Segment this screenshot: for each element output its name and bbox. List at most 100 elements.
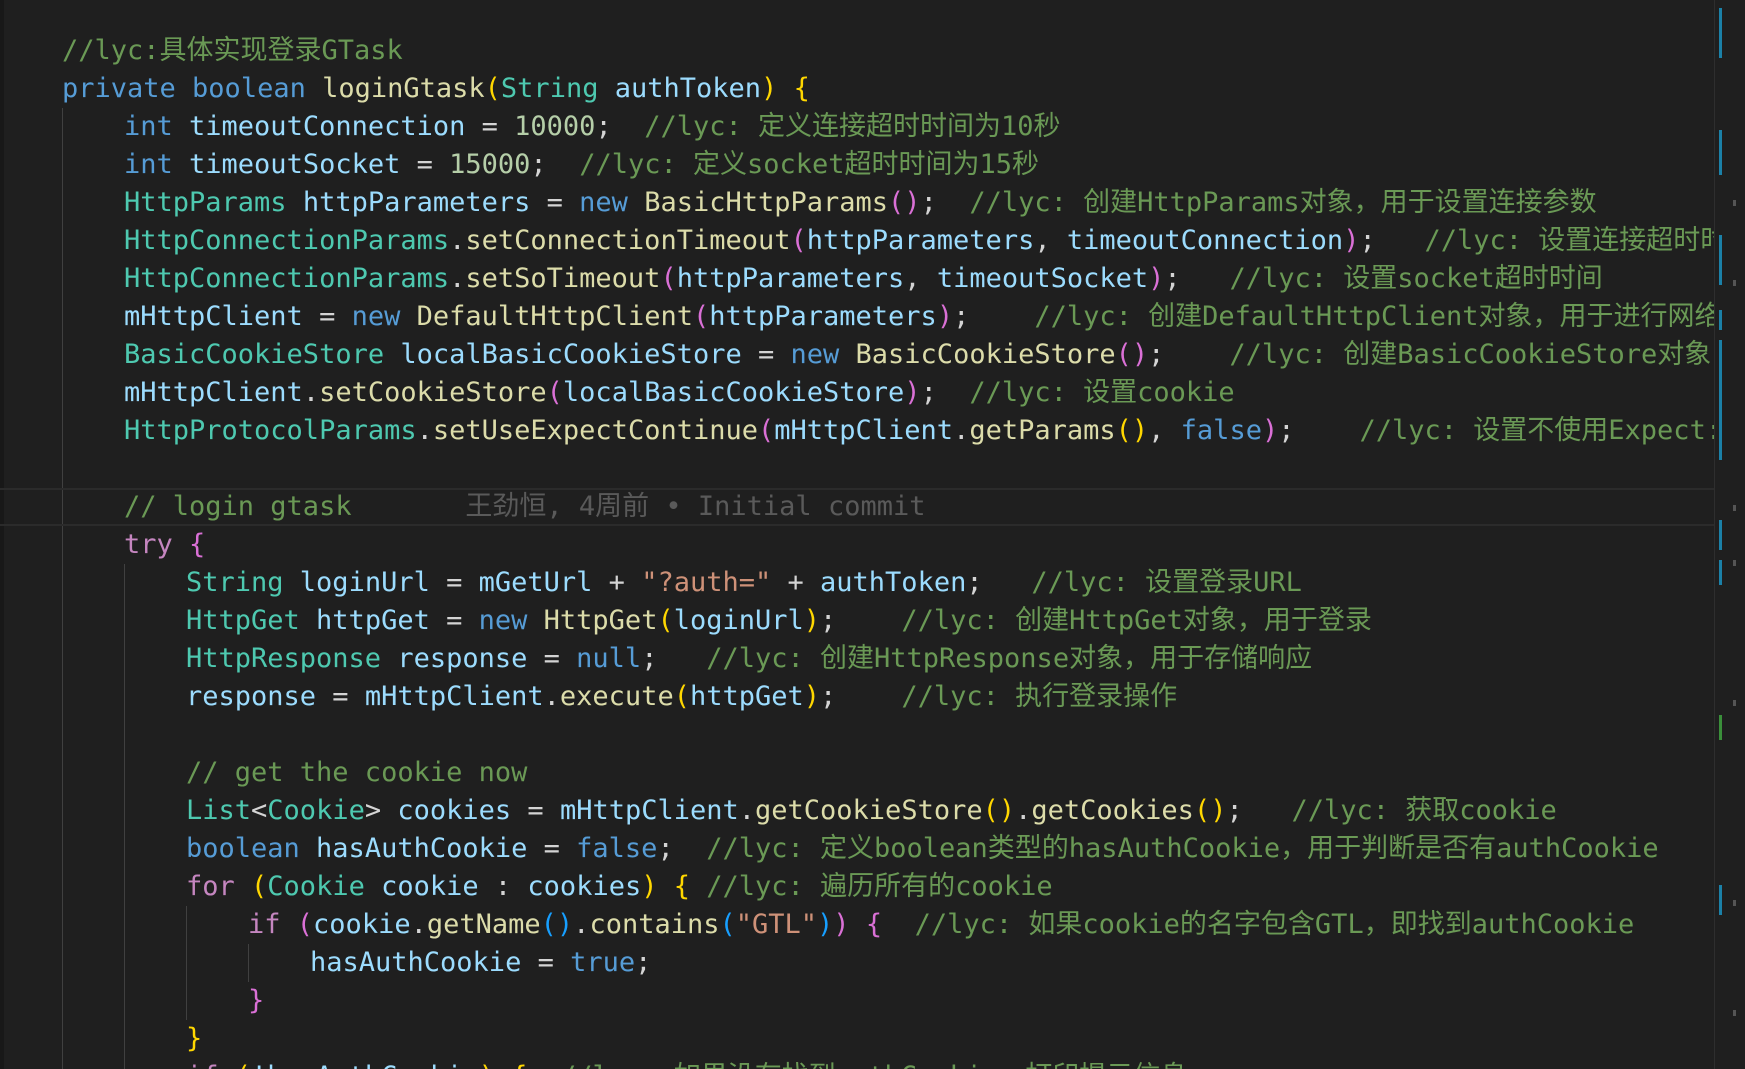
- code-line[interactable]: response = mHttpClient.execute(httpGet);…: [0, 678, 1715, 716]
- indent-guide: [62, 754, 63, 792]
- code-token: {: [673, 871, 691, 902]
- code-token: localBasicCookieStore: [400, 339, 742, 370]
- code-line[interactable]: try {: [0, 526, 1715, 564]
- code-token: mHttpClient: [124, 301, 303, 332]
- code-line[interactable]: HttpResponse response = null; //lyc: 创建H…: [0, 640, 1715, 678]
- code-line[interactable]: HttpParams httpParameters = new BasicHtt…: [0, 184, 1715, 222]
- code-token: =: [527, 643, 577, 674]
- code-line-text: hasAuthCookie = true;: [310, 944, 651, 982]
- code-line[interactable]: boolean hasAuthCookie = false; //lyc: 定义…: [0, 830, 1715, 868]
- code-line[interactable]: [0, 716, 1715, 754]
- code-token: =: [429, 567, 479, 598]
- code-token: (: [757, 415, 775, 446]
- code-line-text: mHttpClient.setCookieStore(localBasicCoo…: [124, 374, 1235, 412]
- scroll-marker: [1733, 900, 1736, 906]
- scroll-marker: [1719, 235, 1722, 285]
- code-token: loginUrl: [299, 567, 430, 598]
- code-line[interactable]: HttpProtocolParams.setUseExpectContinue(…: [0, 412, 1745, 450]
- scroll-marker: [1719, 520, 1722, 550]
- scroll-marker: [1719, 340, 1722, 460]
- code-token: loginGtask: [322, 73, 485, 104]
- code-token: =: [302, 301, 352, 332]
- indent-guide: [62, 490, 63, 524]
- code-line[interactable]: String loginUrl = mGetUrl + "?auth=" + a…: [0, 564, 1715, 602]
- code-line[interactable]: hasAuthCookie = true;: [0, 944, 1715, 982]
- code-token: =: [465, 111, 515, 142]
- indent-guide: [124, 792, 125, 830]
- code-token: HttpConnectionParams: [124, 263, 450, 294]
- scroll-marker: [1733, 505, 1736, 511]
- code-token: (): [1193, 795, 1227, 826]
- code-token: (): [888, 187, 921, 218]
- code-token: localBasicCookieStore: [562, 377, 905, 408]
- code-editor[interactable]: //lyc:具体实现登录GTask private boolean loginGt…: [0, 0, 1745, 1069]
- code-line[interactable]: }: [0, 982, 1715, 1020]
- code-token: .: [573, 909, 590, 940]
- code-token: cookies: [397, 795, 512, 826]
- code-token: ,: [904, 263, 937, 294]
- code-token: ;: [966, 567, 1032, 598]
- code-token: <: [251, 795, 268, 826]
- indent-guide: [62, 412, 63, 450]
- code-line[interactable]: if (!hasAuthCookie) { //lyc: 如果没有找到authC…: [0, 1058, 1715, 1069]
- indent-guide: [124, 1020, 125, 1058]
- scroll-marker: [1719, 8, 1722, 58]
- code-line[interactable]: int timeoutSocket = 15000; //lyc: 定义sock…: [0, 146, 1715, 184]
- code-token: HttpGet: [186, 605, 317, 636]
- code-token: ;: [953, 301, 1035, 332]
- indent-guide: [124, 906, 125, 944]
- code-line[interactable]: HttpConnectionParams.setSoTimeout(httpPa…: [0, 260, 1715, 298]
- indent-guide: [62, 450, 63, 488]
- code-line-text: private boolean loginGtask(String authTo…: [62, 70, 810, 108]
- code-token: httpGet: [689, 681, 804, 712]
- code-token: ;: [1226, 795, 1292, 826]
- code-line[interactable]: mHttpClient = new DefaultHttpClient(http…: [0, 298, 1745, 336]
- indent-guide: [124, 830, 125, 868]
- code-token: //lyc: 设置socket超时时间: [1229, 263, 1603, 294]
- code-line[interactable]: HttpGet httpGet = new HttpGet(loginUrl);…: [0, 602, 1715, 640]
- code-line[interactable]: HttpConnectionParams.setConnectionTimeou…: [0, 222, 1745, 260]
- code-token: //lyc: 如果cookie的名字包含GTL，即找到authCookie: [914, 909, 1635, 940]
- code-token: ;: [820, 605, 902, 636]
- code-token: setUseExpectContinue: [432, 415, 758, 446]
- code-line[interactable]: if (cookie.getName().contains("GTL")) { …: [0, 906, 1715, 944]
- code-token: timeoutSocket: [936, 263, 1149, 294]
- code-line[interactable]: // login gtask 王劲恒, 4周前 • Initial commit: [0, 488, 1715, 526]
- code-token: mHttpClient: [774, 415, 954, 446]
- code-line[interactable]: private boolean loginGtask(String authTo…: [0, 70, 1715, 108]
- code-token: =: [400, 149, 450, 180]
- code-line-text: //lyc:具体实现登录GTask: [62, 32, 403, 70]
- code-token: contains: [589, 909, 720, 940]
- code-token: =: [521, 947, 571, 978]
- overview-ruler-scrollbar[interactable]: [1714, 0, 1745, 1069]
- code-line[interactable]: for (Cookie cookie : cookies) { //lyc: 遍…: [0, 868, 1715, 906]
- code-token: (: [719, 909, 736, 940]
- code-line[interactable]: BasicCookieStore localBasicCookieStore =…: [0, 336, 1745, 374]
- code-line[interactable]: [0, 450, 1715, 488]
- code-line[interactable]: List<Cookie> cookies = mHttpClient.getCo…: [0, 792, 1715, 830]
- indent-guide: [62, 1058, 63, 1069]
- code-token: //lyc: 获取cookie: [1291, 795, 1557, 826]
- code-token: setSoTimeout: [465, 263, 661, 294]
- code-line[interactable]: }: [0, 1020, 1715, 1058]
- code-line-text: boolean hasAuthCookie = false; //lyc: 定义…: [186, 830, 1659, 868]
- code-line[interactable]: mHttpClient.setCookieStore(localBasicCoo…: [0, 374, 1715, 412]
- indent-guide: [62, 640, 63, 678]
- code-area[interactable]: //lyc:具体实现登录GTask private boolean loginGt…: [0, 32, 1745, 1069]
- code-token: ;: [635, 947, 652, 978]
- scroll-marker: [1733, 1010, 1736, 1016]
- code-line[interactable]: // get the cookie now: [0, 754, 1715, 792]
- indent-guide: [62, 564, 63, 602]
- code-token: .: [738, 795, 756, 826]
- indent-guide: [62, 944, 63, 982]
- code-token: {: [793, 73, 810, 104]
- code-line[interactable]: int timeoutConnection = 10000; //lyc: 定义…: [0, 108, 1715, 146]
- code-line[interactable]: //lyc:具体实现登录GTask: [0, 32, 1715, 70]
- code-token: ;: [641, 643, 707, 674]
- code-token: boolean: [192, 73, 323, 104]
- code-token: if: [248, 909, 297, 940]
- code-token: }: [248, 985, 265, 1016]
- indent-guide: [62, 146, 63, 184]
